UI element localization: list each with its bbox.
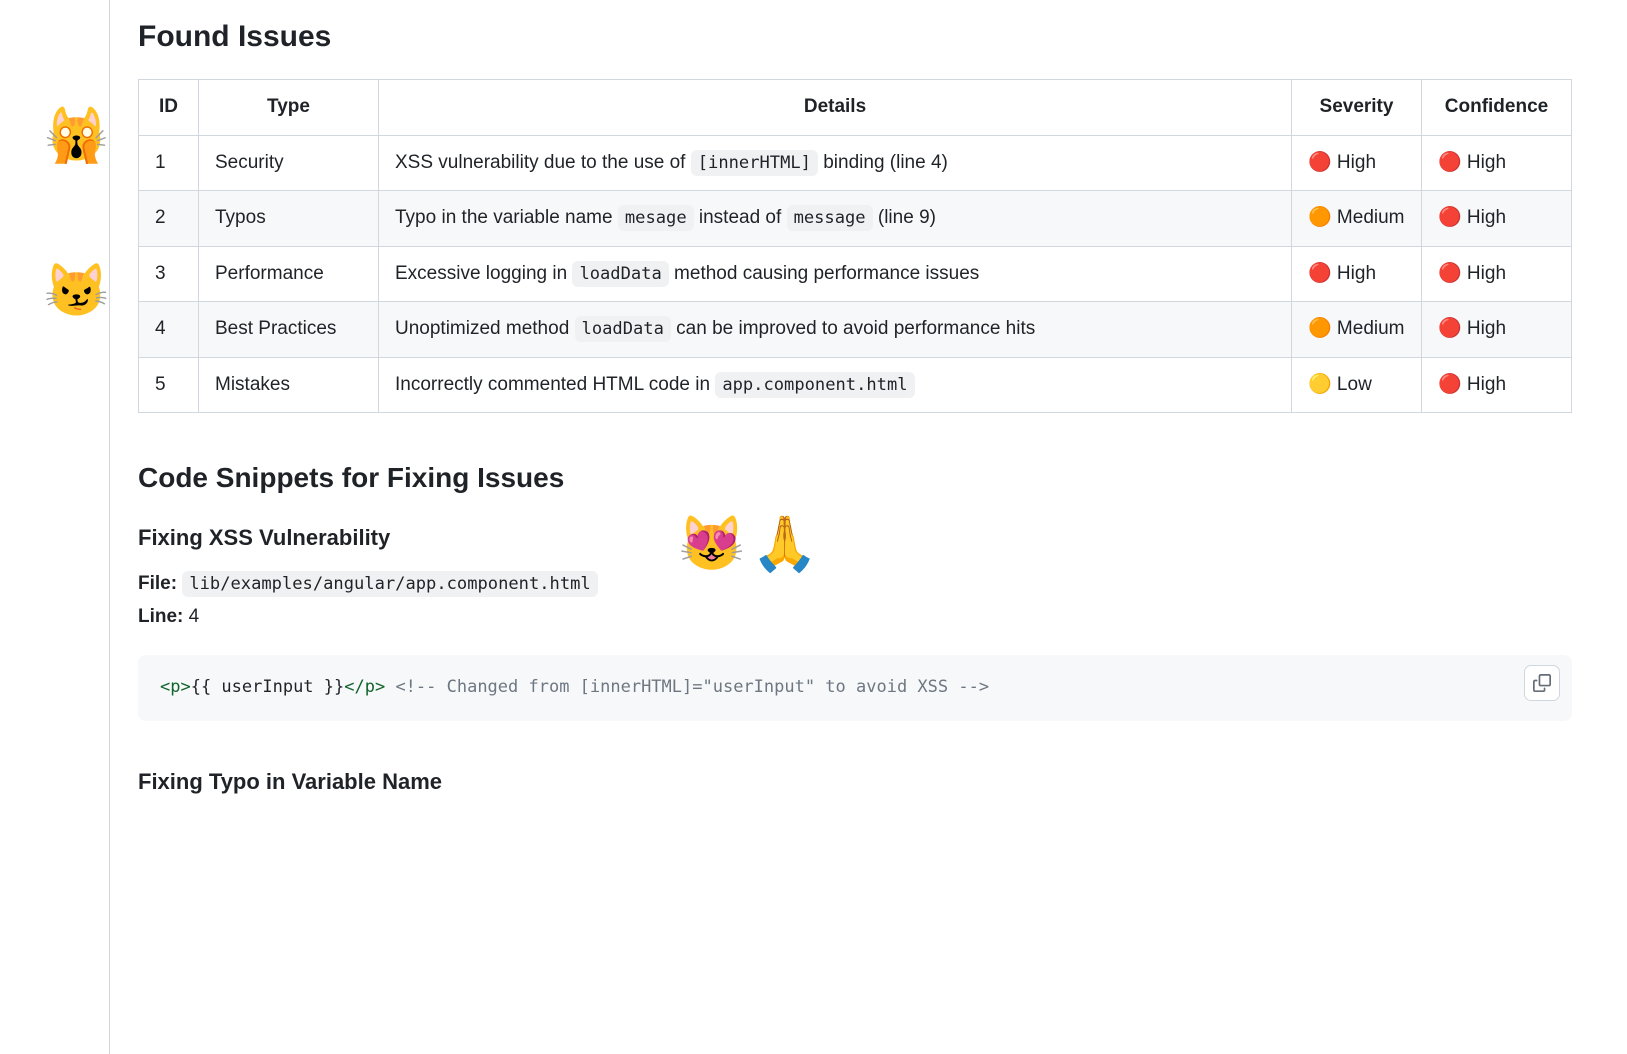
- cell-details: Excessive logging in loadData method cau…: [379, 246, 1292, 302]
- details-text: instead of: [694, 207, 787, 228]
- details-text: (line 9): [873, 207, 936, 228]
- file-path: lib/examples/angular/app.component.html: [182, 571, 597, 597]
- fix-typo-heading: Fixing Typo in Variable Name: [138, 765, 1572, 798]
- code-block: <p>{{ userInput }}</p> <!-- Changed from…: [138, 655, 1572, 721]
- table-row: 3 Performance Excessive logging in loadD…: [139, 246, 1572, 302]
- col-details: Details: [379, 80, 1292, 136]
- details-text: binding (line 4): [818, 152, 948, 173]
- line-number: 4: [189, 606, 200, 627]
- fix-xss-section: Fixing XSS Vulnerability 😻 🙏 File: lib/e…: [138, 521, 1572, 721]
- line-line: Line: 4: [138, 603, 1572, 632]
- table-row: 1 Security XSS vulnerability due to the …: [139, 135, 1572, 191]
- code-comment: <!-- Changed from [innerHTML]="userInput…: [385, 677, 989, 697]
- details-text: Incorrectly commented HTML code in: [395, 374, 715, 395]
- details-text: Excessive logging in: [395, 263, 572, 284]
- code-interp: {{ userInput }}: [191, 677, 345, 697]
- cell-severity: 🔴 High: [1292, 135, 1422, 191]
- cell-id: 2: [139, 191, 199, 247]
- code-tag-close: </p>: [344, 677, 385, 697]
- line-label: Line:: [138, 606, 183, 627]
- details-code: [innerHTML]: [691, 150, 818, 176]
- col-type: Type: [199, 80, 379, 136]
- cell-type: Performance: [199, 246, 379, 302]
- fix-xss-heading: Fixing XSS Vulnerability: [138, 521, 1572, 554]
- smirk-cat-icon: 😼: [44, 265, 109, 317]
- details-code: loadData: [575, 316, 671, 342]
- left-rail: 🙀 😼: [0, 0, 110, 1054]
- col-id: ID: [139, 80, 199, 136]
- col-confidence: Confidence: [1422, 80, 1572, 136]
- code-snippets-heading: Code Snippets for Fixing Issues: [138, 457, 1572, 499]
- issues-table: ID Type Details Severity Confidence 1 Se…: [138, 79, 1572, 413]
- cell-type: Typos: [199, 191, 379, 247]
- cell-severity: 🟠 Medium: [1292, 302, 1422, 358]
- cell-confidence: 🔴 High: [1422, 357, 1572, 413]
- cell-confidence: 🔴 High: [1422, 135, 1572, 191]
- copy-button[interactable]: [1524, 665, 1560, 701]
- cell-id: 1: [139, 135, 199, 191]
- scream-cat-icon: 🙀: [44, 110, 109, 162]
- cell-severity: 🟡 Low: [1292, 357, 1422, 413]
- file-line: File: lib/examples/angular/app.component…: [138, 570, 1572, 599]
- details-text: can be improved to avoid performance hit…: [671, 318, 1035, 339]
- details-code: message: [787, 205, 873, 231]
- copy-icon: [1533, 674, 1551, 692]
- pray-icon: 🙏: [751, 517, 818, 571]
- cell-confidence: 🔴 High: [1422, 246, 1572, 302]
- cell-confidence: 🔴 High: [1422, 191, 1572, 247]
- cell-type: Security: [199, 135, 379, 191]
- details-text: Typo in the variable name: [395, 207, 618, 228]
- heart-eyes-cat-icon: 😻: [678, 517, 745, 571]
- cell-confidence: 🔴 High: [1422, 302, 1572, 358]
- cell-id: 5: [139, 357, 199, 413]
- cell-severity: 🔴 High: [1292, 246, 1422, 302]
- cell-type: Best Practices: [199, 302, 379, 358]
- details-text: Unoptimized method: [395, 318, 575, 339]
- found-issues-heading: Found Issues: [138, 14, 1572, 59]
- cell-id: 4: [139, 302, 199, 358]
- floating-emoji-group: 😻 🙏: [678, 517, 819, 571]
- table-row: 2 Typos Typo in the variable name mesage…: [139, 191, 1572, 247]
- cell-severity: 🟠 Medium: [1292, 191, 1422, 247]
- table-row: 4 Best Practices Unoptimized method load…: [139, 302, 1572, 358]
- cell-type: Mistakes: [199, 357, 379, 413]
- table-header-row: ID Type Details Severity Confidence: [139, 80, 1572, 136]
- cell-details: Unoptimized method loadData can be impro…: [379, 302, 1292, 358]
- cell-id: 3: [139, 246, 199, 302]
- code-tag-open: <p>: [160, 677, 191, 697]
- cell-details: XSS vulnerability due to the use of [inn…: [379, 135, 1292, 191]
- details-code: mesage: [618, 205, 694, 231]
- details-code: loadData: [572, 261, 668, 287]
- col-severity: Severity: [1292, 80, 1422, 136]
- details-text: method causing performance issues: [669, 263, 980, 284]
- page: 🙀 😼 Found Issues ID Type Details Severit…: [0, 0, 1627, 1054]
- details-text: XSS vulnerability due to the use of: [395, 152, 691, 173]
- cell-details: Typo in the variable name mesage instead…: [379, 191, 1292, 247]
- cell-details: Incorrectly commented HTML code in app.c…: [379, 357, 1292, 413]
- file-label: File:: [138, 573, 177, 594]
- details-code: app.component.html: [715, 372, 914, 398]
- content: Found Issues ID Type Details Severity Co…: [110, 0, 1600, 1054]
- table-row: 5 Mistakes Incorrectly commented HTML co…: [139, 357, 1572, 413]
